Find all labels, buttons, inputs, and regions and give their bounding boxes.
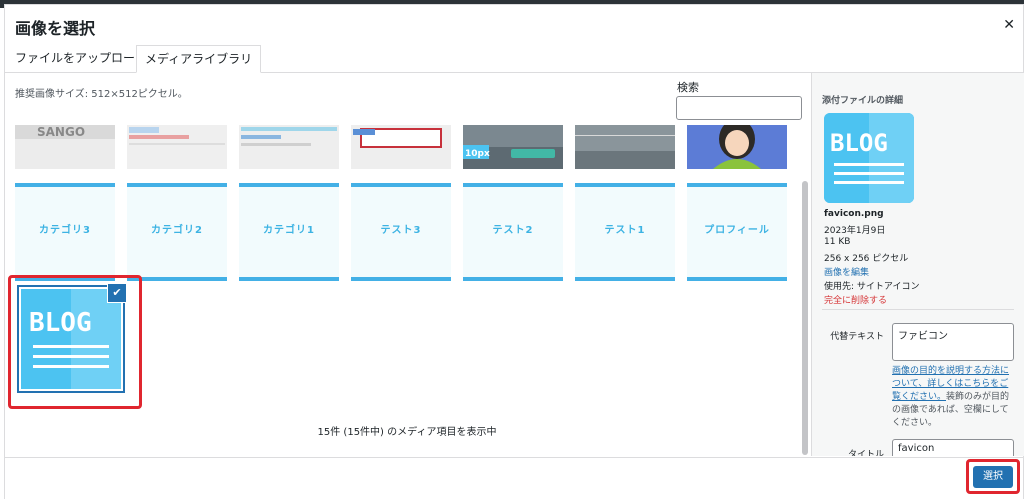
category-label: カテゴリ1 xyxy=(263,225,315,236)
attachment-details-sidebar: 添付ファイルの詳細 BLOG favicon.png 2023年1月9日 11 … xyxy=(811,73,1024,456)
sango-logo-text: SANGO xyxy=(37,125,85,139)
selected-highlight: BLOG ✔ xyxy=(8,275,142,409)
sidebar-divider xyxy=(822,309,1014,310)
media-item[interactable]: 10px xyxy=(463,125,563,169)
alt-text-help: 画像の目的を説明する方法について、詳しくはこちらをご覧ください。装飾のみが目的の… xyxy=(892,365,1016,430)
checkmark-icon[interactable]: ✔ xyxy=(108,284,126,302)
scrollbar-thumb[interactable] xyxy=(802,181,808,455)
blog-text: BLOG xyxy=(29,308,92,338)
media-item[interactable]: カテゴリ3 xyxy=(15,183,115,281)
attachment-details-heading: 添付ファイルの詳細 xyxy=(822,96,904,106)
screenshot-thumbnail: SANGO xyxy=(15,125,115,169)
attachment-filesize: 11 KB xyxy=(824,237,851,247)
tab-bar: ファイルをアップロード メディアライブラリ xyxy=(5,45,1023,73)
select-button[interactable]: 選択 xyxy=(973,466,1013,488)
select-button-highlight: 選択 xyxy=(966,459,1020,494)
attachment-preview: BLOG xyxy=(824,113,914,203)
category-label: プロフィール xyxy=(704,225,770,236)
category-label: カテゴリ3 xyxy=(39,225,91,236)
media-item[interactable]: テスト2 xyxy=(463,183,563,281)
media-item[interactable]: SANGO xyxy=(15,125,115,169)
media-item[interactable] xyxy=(687,125,787,169)
media-count: 15件 (15件中) のメディア項目を表示中 xyxy=(317,427,497,438)
media-item[interactable] xyxy=(351,125,451,169)
media-item[interactable] xyxy=(127,125,227,169)
blog-icon-thumbnail: BLOG xyxy=(21,289,121,389)
media-item[interactable]: カテゴリ2 xyxy=(127,183,227,281)
tab-media-library[interactable]: メディアライブラリ xyxy=(136,45,262,73)
thumb-label-text: 10px xyxy=(465,149,490,159)
edit-image-link[interactable]: 画像を編集 xyxy=(824,265,869,278)
recommended-size-note: 推奨画像サイズ: 512×512ピクセル。 xyxy=(15,89,188,100)
modal-title: 画像を選択 xyxy=(15,19,96,38)
tab-upload-files[interactable]: ファイルをアップロード xyxy=(7,45,155,71)
alt-text-field[interactable]: ファビコン xyxy=(892,323,1014,361)
media-item-selected[interactable]: BLOG ✔ xyxy=(21,284,126,389)
modal-footer xyxy=(5,457,1023,499)
used-in: 使用先: サイトアイコン xyxy=(824,282,920,292)
blog-icon-preview: BLOG xyxy=(824,113,914,203)
search-label: 検索 xyxy=(677,81,699,94)
alt-text-label: 代替テキスト xyxy=(830,332,884,342)
attachment-filename: favicon.png xyxy=(824,209,884,219)
media-item[interactable]: テスト1 xyxy=(575,183,675,281)
screenshot-thumbnail xyxy=(127,125,227,169)
attachment-date: 2023年1月9日 xyxy=(824,226,886,236)
close-icon[interactable]: ✕ xyxy=(1003,17,1015,33)
screenshot-thumbnail xyxy=(575,125,675,169)
delete-permanently-link[interactable]: 完全に削除する xyxy=(824,293,887,306)
screenshot-thumbnail: 10px xyxy=(463,125,563,169)
category-label: テスト1 xyxy=(604,225,646,236)
screenshot-thumbnail xyxy=(351,125,451,169)
category-label: カテゴリ2 xyxy=(151,225,203,236)
media-library-panel: 推奨画像サイズ: 512×512ピクセル。 検索 SANGO 10px カテゴリ… xyxy=(5,73,809,456)
category-label: テスト2 xyxy=(492,225,534,236)
media-item[interactable]: テスト3 xyxy=(351,183,451,281)
avatar-thumbnail xyxy=(687,125,787,169)
title-field[interactable]: favicon xyxy=(892,439,1014,456)
media-modal: 画像を選択 ✕ ファイルをアップロード メディアライブラリ 推奨画像サイズ: 5… xyxy=(4,4,1024,499)
media-item[interactable]: カテゴリ1 xyxy=(239,183,339,281)
attachment-dimensions: 256 x 256 ピクセル xyxy=(824,254,909,264)
screenshot-thumbnail xyxy=(239,125,339,169)
blog-text: BLOG xyxy=(830,129,888,157)
media-item[interactable] xyxy=(575,125,675,169)
media-item[interactable] xyxy=(239,125,339,169)
search-input[interactable] xyxy=(676,96,802,120)
media-item[interactable]: プロフィール xyxy=(687,183,787,281)
title-label: タイトル xyxy=(847,450,884,456)
category-label: テスト3 xyxy=(380,225,422,236)
